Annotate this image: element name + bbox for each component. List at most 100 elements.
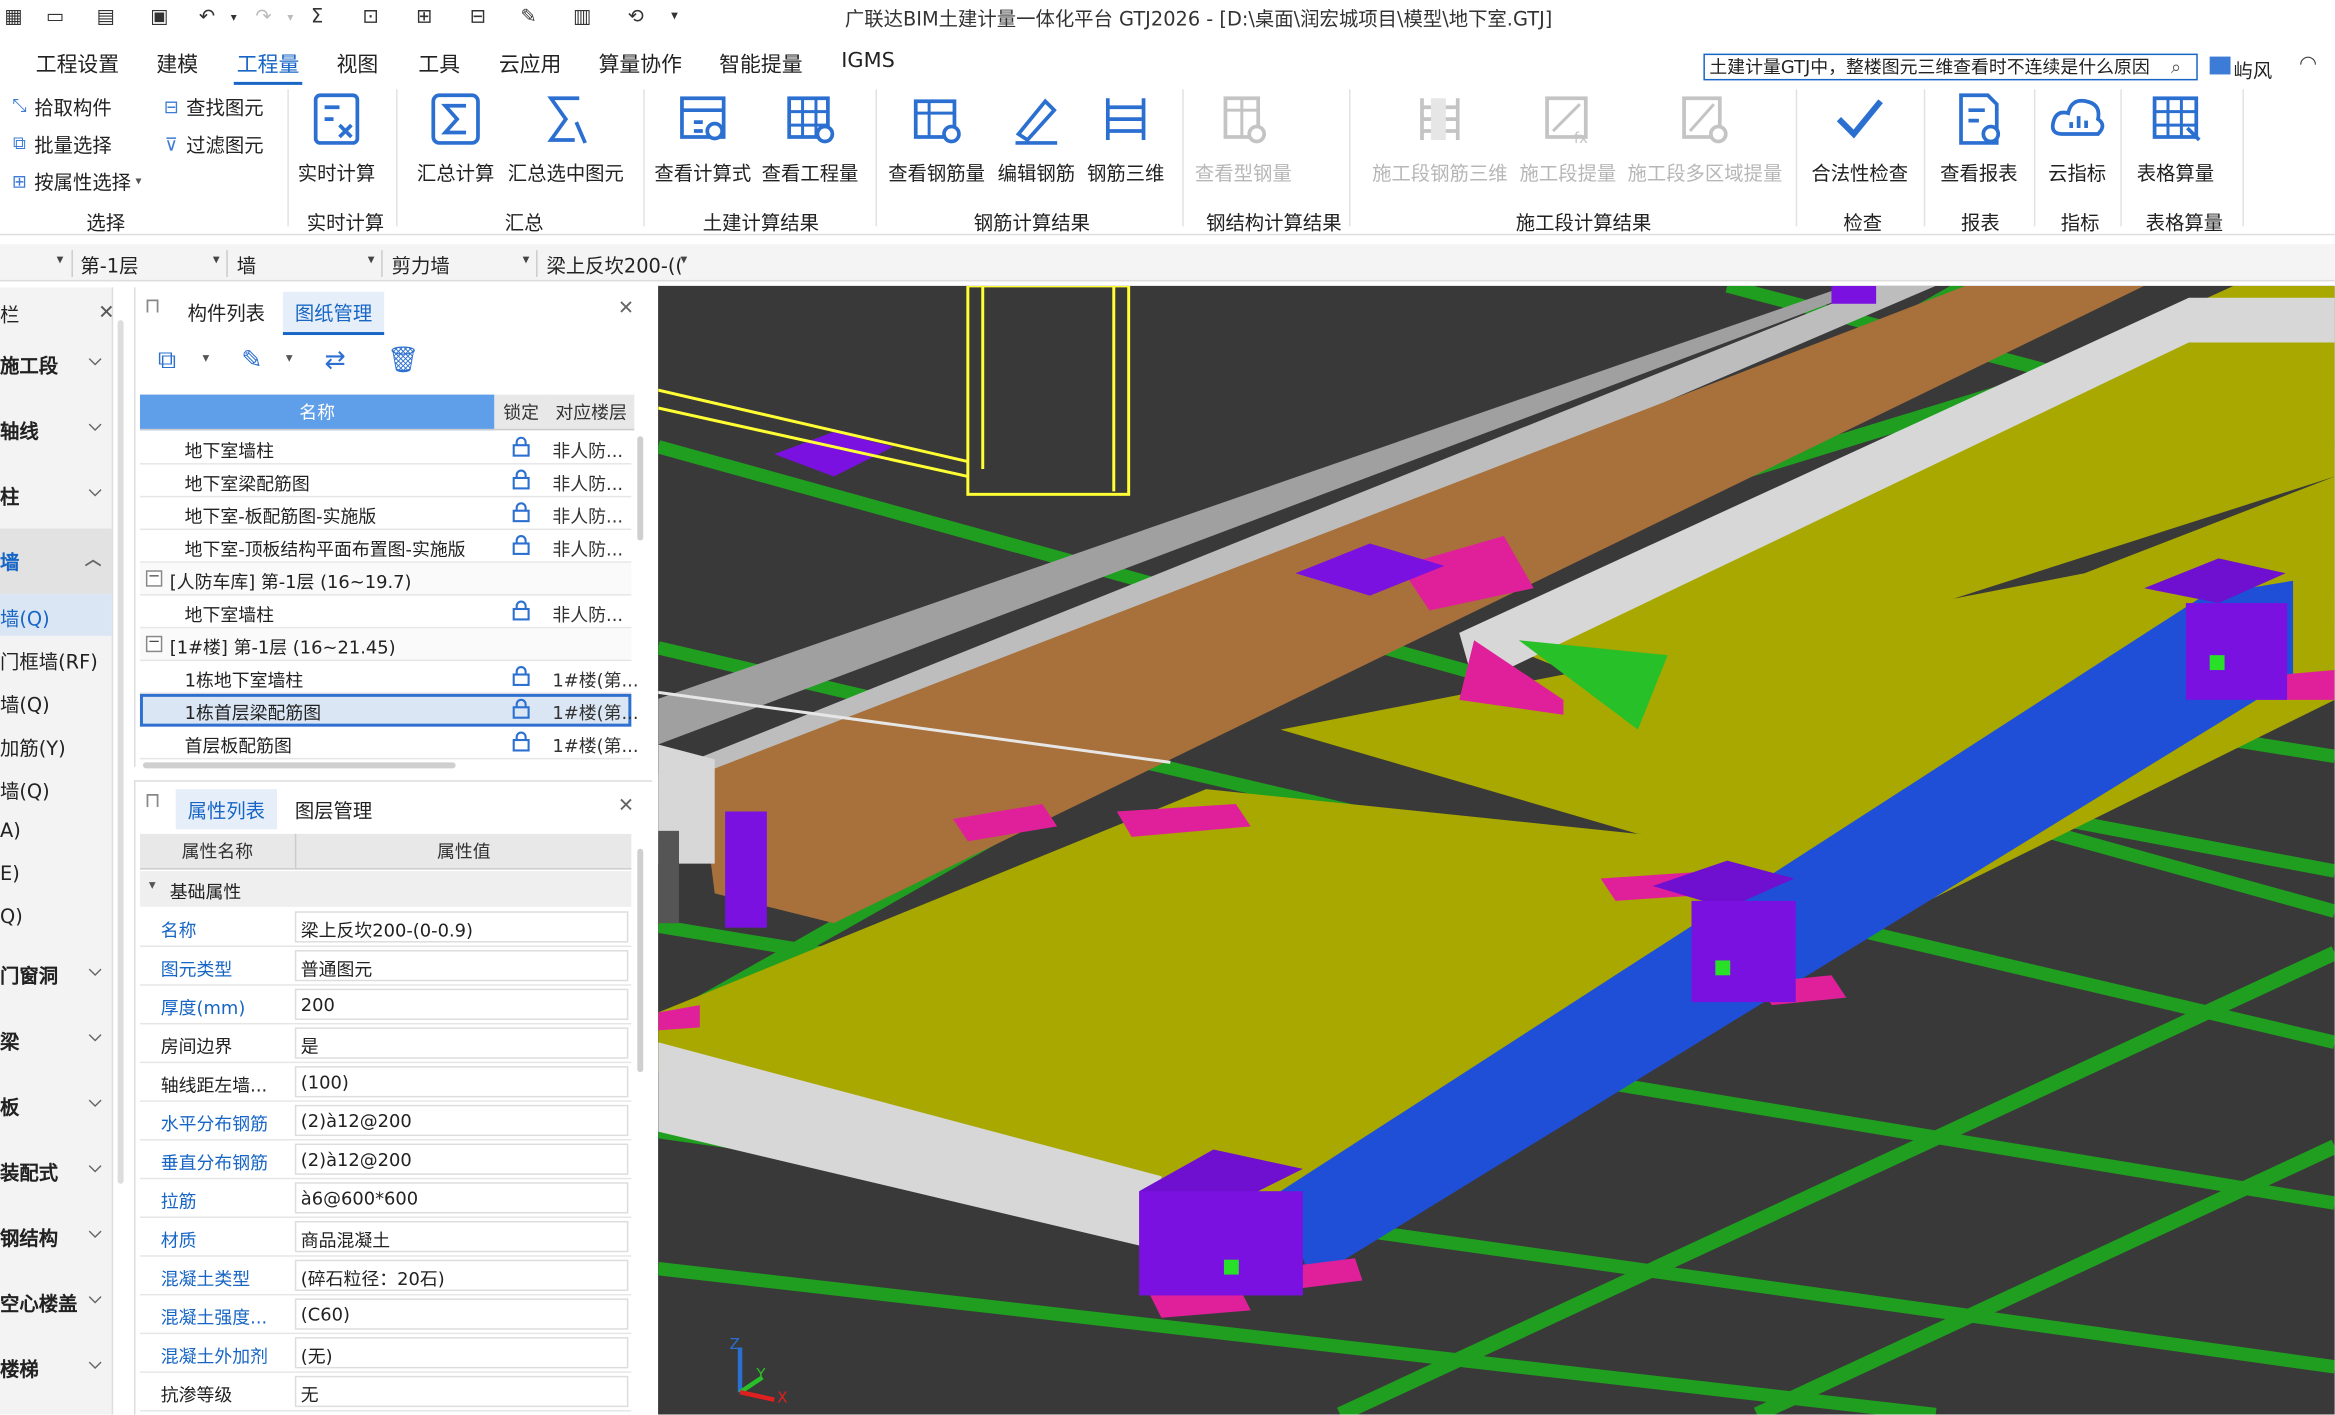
table-row[interactable]: 地下室梁配筋图 非人防... — [139, 465, 632, 498]
drawing-vscrollbar[interactable] — [637, 436, 644, 541]
view-icon[interactable]: ⊡ — [357, 3, 384, 30]
refresh-icon[interactable]: ⟲ — [622, 3, 649, 30]
property-row[interactable]: 混凝土类型 (碎石粒径：20石) — [139, 1257, 632, 1296]
property-row[interactable]: 房间边界 是 — [139, 1024, 632, 1064]
menu-modeling[interactable]: 建模 — [156, 49, 198, 79]
dropdown-arrow-icon[interactable]: ▾ — [57, 253, 64, 268]
property-value-field[interactable]: (无) — [294, 1337, 629, 1369]
new-file-icon[interactable]: ▭ — [42, 3, 69, 30]
nav-item-wall[interactable]: 墙 ︿ — [0, 528, 112, 595]
property-row[interactable]: 水平分布钢筋 (2)à12@200 — [139, 1102, 632, 1141]
table-row[interactable]: 1栋地下室墙柱 1#楼(第... — [139, 661, 639, 694]
edit-drawing-icon[interactable]: ✎ — [241, 345, 262, 375]
property-value-field[interactable]: 梁上反坎200-(0-0.9) — [294, 911, 629, 943]
menu-smart-extraction[interactable]: 智能提量 — [719, 49, 802, 79]
menu-quantities[interactable]: 工程量 — [233, 49, 303, 85]
menu-project-settings[interactable]: 工程设置 — [36, 49, 119, 79]
table-row[interactable]: 地下室-顶板结构平面布置图-实施版 非人防... — [139, 530, 632, 563]
property-value-field[interactable]: (2)à12@200 — [294, 1143, 629, 1175]
headset-icon[interactable]: ◠ — [2299, 52, 2317, 76]
component-select[interactable]: 梁上反坎200-(( — [546, 250, 680, 278]
nav-subitem-a[interactable]: A) — [0, 820, 112, 853]
layout-icon[interactable]: ⊟ — [465, 3, 492, 30]
sum-icon[interactable]: Σ — [304, 3, 331, 30]
property-row[interactable]: 图元类型 普通图元 — [139, 947, 632, 986]
close-icon[interactable]: ✕ — [618, 298, 634, 320]
column-header-lock[interactable]: 锁定 — [494, 394, 548, 431]
nav-subitem-door-frame-wall[interactable]: 门框墙(RF) — [0, 646, 112, 679]
property-value-field[interactable]: à6@600*600 — [294, 1182, 629, 1214]
3d-model-canvas[interactable] — [658, 285, 2335, 1415]
property-value-field[interactable]: 普通图元 — [294, 949, 629, 982]
3d-viewport[interactable]: Z Y X — [658, 285, 2335, 1415]
dropdown-arrow-icon[interactable]: ▾ — [286, 351, 293, 366]
nav-subitem-wall-q[interactable]: 墙(Q) — [0, 594, 112, 636]
property-row[interactable]: 厚度(mm) 200 — [139, 986, 632, 1025]
lock-icon[interactable] — [512, 535, 530, 556]
nav-item-column[interactable]: 柱 ⌵ — [0, 481, 112, 514]
nav-subitem-wall-q[interactable]: 墙(Q) — [0, 689, 112, 722]
tab-property-list[interactable]: 属性列表 — [175, 789, 277, 830]
rebar-3d-button[interactable]: 钢筋三维 — [1087, 89, 1164, 186]
lock-icon[interactable] — [512, 502, 530, 523]
redo-dropdown-icon[interactable]: ▾ — [277, 3, 304, 30]
undo-icon[interactable]: ↶ — [194, 3, 221, 30]
table-row[interactable]: 首层板配筋图 1#楼(第... — [139, 727, 639, 760]
property-value-field[interactable]: (碎石粒径：20石) — [294, 1259, 629, 1291]
property-value-field[interactable]: 商品混凝土 — [294, 1220, 629, 1253]
property-row[interactable]: 拉筋 à6@600*600 — [139, 1179, 632, 1219]
nav-item-stairs[interactable]: 楼梯 ⌵ — [0, 1354, 112, 1387]
nav-subitem-rebar-y[interactable]: 加筋(Y) — [0, 733, 112, 766]
menu-igms[interactable]: IGMS — [841, 49, 895, 73]
property-value-field[interactable]: 是 — [294, 1027, 629, 1059]
property-row[interactable]: 轴线距左墙... (100) — [139, 1063, 632, 1102]
redo-icon[interactable]: ↷ — [250, 3, 277, 30]
pin-icon[interactable]: ⊓ — [144, 789, 160, 813]
summary-selected-button[interactable]: 汇总选中图元 — [508, 89, 624, 186]
property-row[interactable]: 名称 梁上反坎200-(0-0.9) — [139, 908, 632, 948]
type-dropdown-icon[interactable]: ▾ — [523, 253, 530, 268]
menu-cloud[interactable]: 云应用 — [499, 49, 562, 79]
category-select[interactable]: 墙 — [237, 250, 256, 278]
property-value-field[interactable]: 无 — [294, 1375, 629, 1408]
floor-select[interactable]: 第-1层 — [80, 250, 138, 278]
menu-collaboration[interactable]: 算量协作 — [599, 49, 682, 79]
lock-icon[interactable] — [512, 469, 530, 490]
dropdown-arrow-icon[interactable]: ▾ — [203, 351, 210, 366]
user-logo-icon[interactable] — [2209, 56, 2231, 75]
delete-icon[interactable]: 🗑 — [387, 345, 419, 375]
section-multi-area-button[interactable]: 施工段多区域提量 — [1627, 89, 1782, 186]
grid-icon[interactable]: ⊞ — [411, 3, 438, 30]
select-by-property-tool[interactable]: ⊞ 按属性选择 ▾ — [9, 167, 142, 195]
open-folder-icon[interactable]: ▤ — [92, 3, 119, 30]
nav-item-hollow-floor[interactable]: 空心楼盖 ⌵ — [0, 1288, 112, 1321]
view-rebar-button[interactable]: 查看钢筋量 — [888, 89, 985, 186]
filter-element-tool[interactable]: ⊽ 过滤图元 — [161, 130, 264, 158]
find-element-tool[interactable]: ⊟ 查找图元 — [161, 92, 264, 121]
type-select[interactable]: 剪力墙 — [392, 250, 450, 278]
section-extract-button[interactable]: fx 施工段提量 — [1519, 89, 1617, 186]
nav-item-door-window[interactable]: 门窗洞 ⌵ — [0, 960, 112, 993]
property-row[interactable]: 垂直分布钢筋 (2)à12@200 — [139, 1141, 632, 1180]
edit-icon[interactable]: ✎ — [515, 3, 542, 30]
lock-icon[interactable] — [512, 698, 530, 719]
table-group-row[interactable]: − [人防车库] 第-1层 (16~19.7) — [139, 562, 632, 596]
table-row-selected[interactable]: 1栋首层梁配筋图 1#楼(第... — [139, 693, 639, 727]
lock-icon[interactable] — [512, 666, 530, 687]
lock-icon[interactable] — [512, 436, 530, 457]
lock-icon[interactable] — [512, 731, 530, 752]
user-name[interactable]: 屿风 — [2234, 55, 2273, 83]
drawing-hscrollbar[interactable] — [142, 762, 456, 769]
collapse-icon[interactable]: − — [145, 570, 163, 587]
undo-dropdown-icon[interactable]: ▾ — [220, 3, 247, 30]
more-icon[interactable]: ▾ — [661, 3, 688, 30]
tab-component-list[interactable]: 构件列表 — [173, 292, 280, 332]
pick-component-tool[interactable]: ⤡ 拾取构件 — [9, 92, 112, 120]
search-icon[interactable]: ⌕ — [2171, 57, 2181, 79]
view-report-button[interactable]: 查看报表 — [1939, 89, 2019, 186]
save-icon[interactable]: ▣ — [146, 3, 173, 30]
cloud-index-button[interactable]: 云指标 — [2043, 89, 2111, 186]
edit-rebar-button[interactable]: 编辑钢筋 — [998, 89, 1075, 186]
replace-drawing-icon[interactable]: ⇄ — [325, 345, 346, 375]
property-row[interactable]: 混凝土强度... (C60) — [139, 1295, 632, 1335]
